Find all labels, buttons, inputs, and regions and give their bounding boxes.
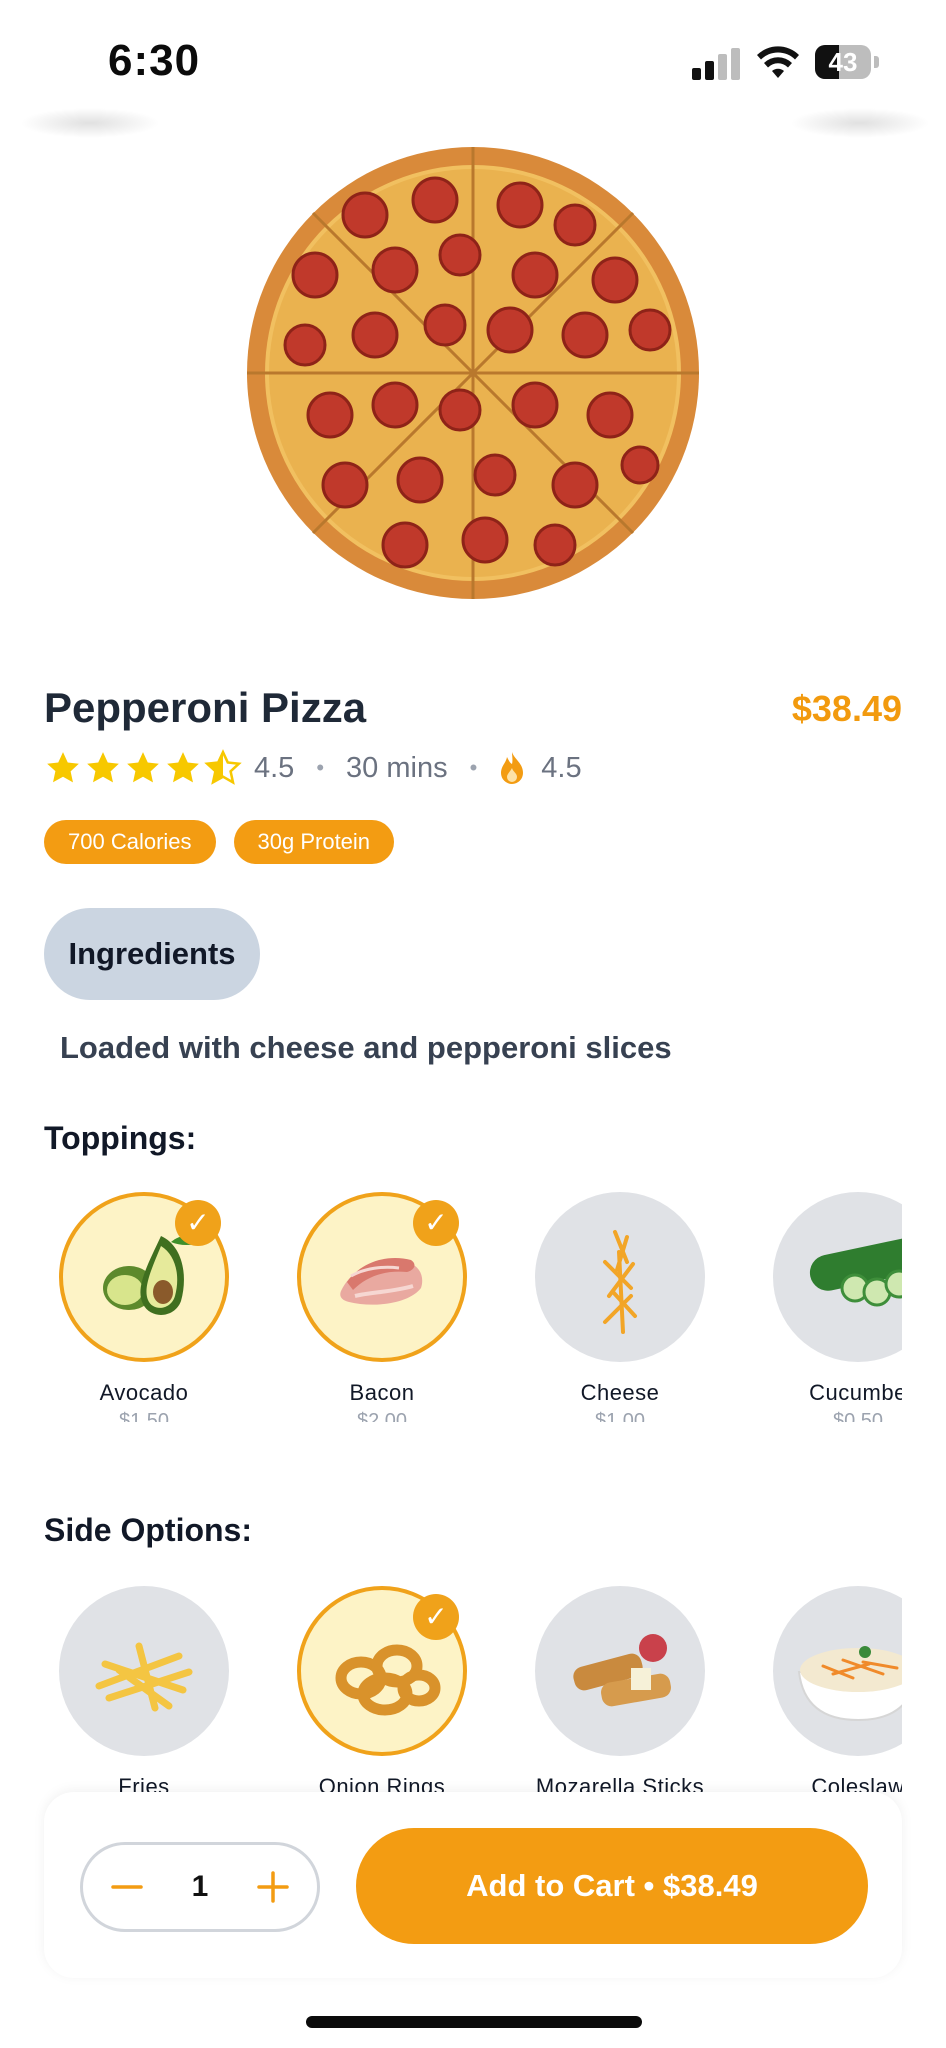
side-name: Fries	[118, 1774, 170, 1792]
battery-level: 43	[828, 47, 858, 77]
side-mozzarella-sticks[interactable]: Mozarella Sticks	[520, 1586, 720, 1792]
check-icon: ✓	[413, 1594, 459, 1640]
coleslaw-icon	[797, 1646, 902, 1722]
side-image[interactable]	[773, 1586, 902, 1756]
topping-bacon[interactable]: ✓ Bacon $2.00	[282, 1192, 482, 1422]
side-name: Coleslaw	[811, 1774, 902, 1792]
topping-name: Bacon	[349, 1380, 415, 1405]
status-bar: 6:30 43	[0, 0, 946, 116]
topping-avocado[interactable]: ✓ Avocado $1.50	[44, 1192, 244, 1422]
star-half-icon	[204, 749, 242, 785]
wifi-icon	[757, 46, 799, 78]
side-coleslaw[interactable]: Coleslaw	[758, 1586, 902, 1792]
quantity-stepper[interactable]: 1	[80, 1842, 320, 1932]
star-icon	[167, 752, 199, 783]
topping-cheese[interactable]: Cheese $1.00	[520, 1192, 720, 1422]
side-options-title: Side Options:	[44, 1512, 252, 1548]
separator-dot: •	[469, 755, 478, 780]
topping-name: Avocado	[99, 1380, 189, 1405]
flame-icon	[501, 752, 524, 784]
tab-ingredients[interactable]: Ingredients	[44, 908, 260, 1000]
product-title: Pepperoni Pizza	[44, 684, 367, 731]
side-image[interactable]	[59, 1586, 229, 1756]
topping-image[interactable]	[535, 1192, 705, 1362]
topping-price: $1.50	[118, 1410, 170, 1422]
topping-price: $1.00	[594, 1410, 646, 1422]
topping-name: Cheese	[580, 1380, 660, 1405]
check-icon: ✓	[413, 1200, 459, 1246]
bottom-cart-bar: 1 Add to Cart • $38.49	[44, 1792, 902, 1978]
cheese-icon	[603, 1230, 637, 1334]
side-onion-rings[interactable]: ✓ Onion Rings	[282, 1586, 482, 1792]
side-image[interactable]: ✓	[297, 1586, 467, 1756]
side-image[interactable]	[535, 1586, 705, 1756]
toppings-title: Toppings:	[44, 1120, 197, 1156]
side-name: Onion Rings	[318, 1774, 446, 1792]
header-shadow-left	[20, 108, 160, 138]
rating-value: 4.5	[254, 751, 295, 784]
topping-name: Cucumbe	[809, 1380, 902, 1405]
nutrition-chips: 700 Calories 30g Protein	[44, 820, 395, 864]
calories-chip: 700 Calories	[44, 820, 216, 864]
mozzarella-sticks-icon	[573, 1634, 671, 1707]
product-image	[245, 145, 701, 601]
prep-time: 30 mins	[346, 751, 448, 784]
header-shadow-right	[790, 108, 930, 138]
check-icon: ✓	[175, 1200, 221, 1246]
side-options-list[interactable]: Fries ✓ Onion Rings Mozarella Sticks Col…	[44, 1586, 902, 1792]
product-description: Loaded with cheese and pepperoni slices	[60, 1030, 672, 1065]
rating-row: 4.5 • 30 mins • 4.5	[44, 744, 582, 792]
spice-value: 4.5	[541, 751, 582, 784]
star-icon	[87, 752, 119, 783]
topping-image[interactable]: ✓	[297, 1192, 467, 1362]
topping-price: $2.00	[356, 1410, 408, 1422]
side-name: Mozarella Sticks	[535, 1774, 705, 1792]
topping-cucumber[interactable]: Cucumbe $0.50	[758, 1192, 902, 1422]
star-rating	[44, 749, 242, 787]
toppings-list[interactable]: ✓ Avocado $1.50 ✓ Bacon $2.00 Cheese $1.…	[44, 1192, 902, 1422]
topping-price: $0.50	[832, 1410, 884, 1422]
battery-icon: 43	[815, 45, 881, 79]
product-price: $38.49	[791, 688, 902, 729]
separator-dot: •	[316, 755, 325, 780]
cucumber-icon	[809, 1237, 902, 1307]
status-time: 6:30	[108, 36, 201, 85]
pizza-icon	[247, 147, 699, 599]
protein-chip: 30g Protein	[233, 820, 395, 864]
topping-image[interactable]: ✓	[59, 1192, 229, 1362]
star-icon	[47, 752, 79, 783]
star-icon	[127, 752, 159, 783]
topping-image[interactable]	[773, 1192, 902, 1362]
cellular-signal-icon	[692, 48, 740, 80]
plus-icon[interactable]	[255, 1869, 291, 1905]
home-indicator[interactable]	[306, 2016, 642, 2028]
add-to-cart-button[interactable]: Add to Cart • $38.49	[356, 1828, 868, 1944]
fries-icon	[95, 1642, 193, 1712]
side-fries[interactable]: Fries	[44, 1586, 244, 1792]
